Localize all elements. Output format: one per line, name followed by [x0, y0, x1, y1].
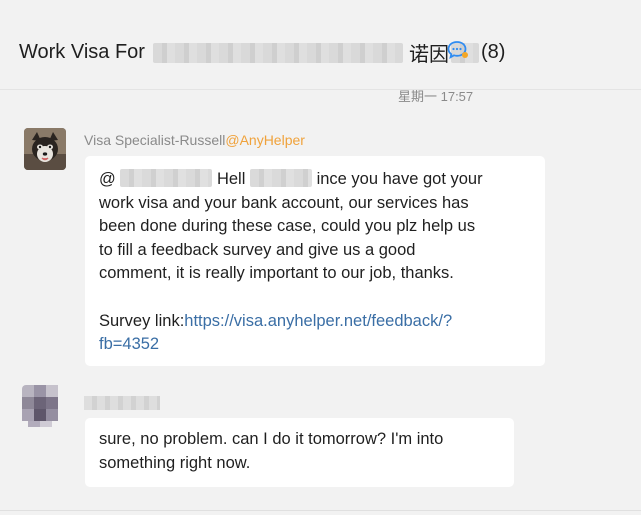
message-line: comment, it is really important to our j…	[99, 264, 454, 283]
message-line: work visa and your bank account, our ser…	[99, 193, 469, 212]
sender-name-text: Visa Specialist-Russell	[84, 132, 226, 148]
message-line: @ Hell ince you have got your	[99, 168, 531, 192]
dog-avatar-image	[24, 128, 66, 170]
group-chat-bubble-icon[interactable]	[447, 40, 469, 60]
chat-title[interactable]: Work Visa For 诺因 (8)	[19, 38, 505, 67]
message-line: to fill a feedback survey and give us a …	[99, 240, 416, 259]
redacted-text-fragment	[249, 169, 312, 187]
message-line: been done during these case, could you p…	[99, 217, 476, 236]
message-line: sure, no problem. can I do it tomorrow? …	[99, 430, 444, 448]
survey-label: Survey link:	[99, 311, 185, 330]
chat-header: Work Visa For 诺因 (8)	[0, 0, 641, 90]
message-text: ince you have got your	[316, 170, 483, 188]
avatar-redacted-user[interactable]	[22, 385, 64, 427]
survey-link[interactable]: https://visa.anyhelper.net/feedback/?	[184, 312, 452, 330]
message-bubble-incoming[interactable]: @ Hell ince you have got your work visa …	[85, 156, 545, 366]
redacted-sender-name	[84, 396, 160, 410]
chat-title-suffix: 诺因	[408, 44, 449, 66]
message-bubble-reply[interactable]: sure, no problem. can I do it tomorrow? …	[85, 418, 514, 487]
message-line: fb=4352	[99, 333, 531, 357]
chat-title-prefix: Work Visa For	[19, 41, 145, 63]
sender-name: Visa Specialist-Russell@AnyHelper	[84, 132, 305, 148]
member-count: (8)	[480, 41, 506, 63]
avatar-visa-specialist[interactable]	[24, 128, 66, 170]
mention-tag[interactable]: @AnyHelper	[225, 132, 305, 148]
redacted-group-name	[152, 42, 403, 63]
message-text: Hell	[216, 170, 246, 188]
message-timestamp: 星期一 17:57	[398, 89, 474, 104]
redacted-recipient-name	[120, 169, 213, 187]
pixelated-avatar-image	[22, 385, 58, 427]
survey-link-continuation[interactable]: fb=4352	[99, 335, 159, 353]
divider	[0, 510, 641, 511]
message-line: something right now.	[99, 453, 251, 472]
message-line: Survey link:https://visa.anyhelper.net/f…	[99, 310, 531, 334]
message-text: @	[99, 170, 116, 188]
